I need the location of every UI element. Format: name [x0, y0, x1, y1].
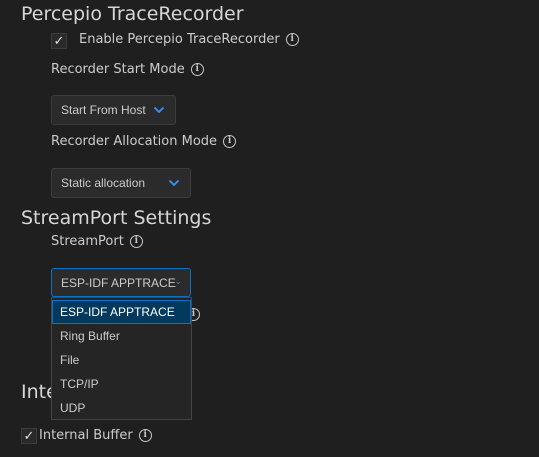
- checkmark-icon: ✓: [23, 428, 35, 444]
- chevron-down-icon: [176, 281, 180, 284]
- streamport-select[interactable]: ESP-IDF APPTRACE: [51, 268, 191, 297]
- info-icon[interactable]: i: [285, 33, 299, 46]
- info-icon[interactable]: i: [190, 63, 204, 76]
- start-mode-value: Start From Host: [61, 103, 146, 117]
- allocation-mode-select[interactable]: Static allocation: [51, 168, 191, 198]
- streamport-value: ESP-IDF APPTRACE: [61, 275, 176, 290]
- chevron-down-icon: [153, 106, 165, 114]
- start-mode-text: Recorder Start Mode: [51, 62, 185, 77]
- info-icon[interactable]: i: [138, 429, 152, 442]
- internal-buffer-text: Internal Buffer: [39, 428, 133, 443]
- internal-buffer-label: Internal Buffer i: [39, 428, 152, 443]
- allocation-mode-text: Recorder Allocation Mode: [51, 134, 218, 149]
- allocation-mode-label: Recorder Allocation Mode i: [51, 134, 237, 149]
- dropdown-option[interactable]: TCP/IP: [52, 372, 191, 396]
- dropdown-option[interactable]: Ring Buffer: [52, 324, 191, 348]
- dropdown-option[interactable]: UDP: [52, 396, 191, 420]
- streamport-label: StreamPort i: [51, 234, 143, 249]
- streamport-text: StreamPort: [51, 234, 124, 249]
- enable-percepio-label: Enable Percepio TraceRecorder i: [79, 32, 299, 47]
- info-icon[interactable]: i: [129, 235, 143, 248]
- chevron-down-icon: [168, 179, 180, 187]
- dropdown-option[interactable]: ESP-IDF APPTRACE: [52, 300, 191, 324]
- checkmark-icon: ✓: [53, 33, 65, 49]
- start-mode-label: Recorder Start Mode i: [51, 62, 204, 77]
- enable-percepio-checkbox[interactable]: ✓: [51, 33, 67, 49]
- dropdown-option[interactable]: File: [52, 348, 191, 372]
- start-mode-select[interactable]: Start From Host: [51, 95, 176, 125]
- section-title-percepio: Percepio TraceRecorder: [21, 3, 244, 25]
- streamport-dropdown-list: ESP-IDF APPTRACE Ring Buffer File TCP/IP…: [51, 297, 192, 420]
- info-icon[interactable]: i: [223, 135, 237, 148]
- allocation-mode-value: Static allocation: [61, 176, 146, 190]
- internal-buffer-checkbox[interactable]: ✓: [21, 428, 37, 444]
- section-title-streamport: StreamPort Settings: [21, 207, 212, 229]
- enable-percepio-text: Enable Percepio TraceRecorder: [79, 32, 280, 47]
